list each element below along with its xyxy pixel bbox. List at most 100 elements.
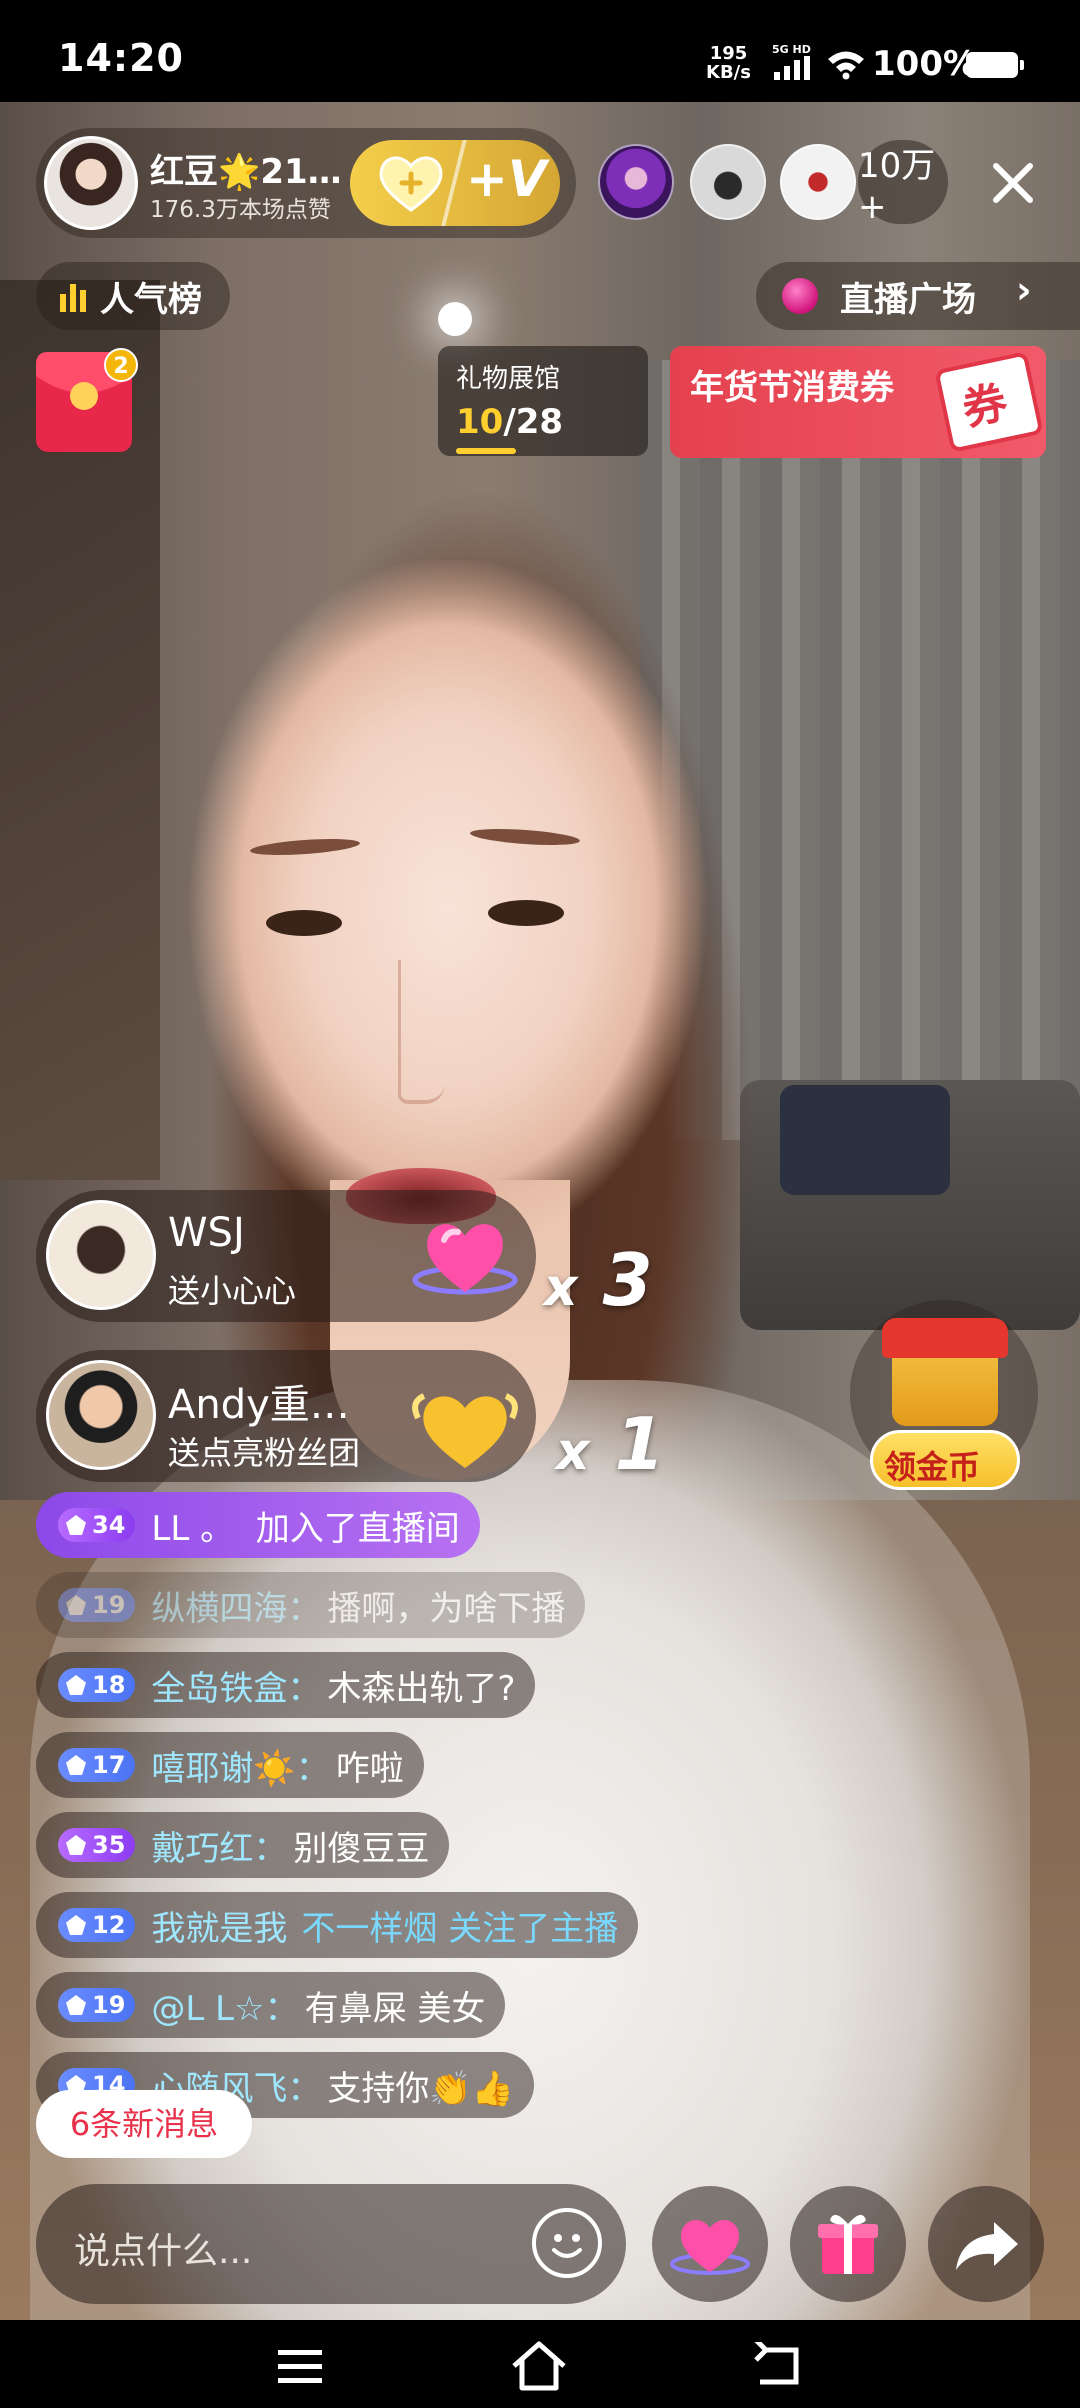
gift-hall-current: 10 <box>456 402 504 442</box>
gift-hall-progress: 10/28 <box>456 402 563 442</box>
chat-text: 有鼻屎 美女 <box>304 1988 486 2029</box>
coupon-label[interactable]: 年货节消费券 <box>690 360 894 409</box>
chat-text: 不一样烟 关注了主播 <box>301 1908 619 1949</box>
wifi-icon <box>828 51 864 80</box>
gift-count-prefix: x <box>544 1258 578 1318</box>
emoji-icon <box>552 2234 582 2258</box>
gem-icon <box>66 1675 86 1695</box>
user-level-badge: 12 <box>58 1908 136 1942</box>
user-level-badge: 18 <box>58 1668 136 1702</box>
chat-message[interactable]: 18 全岛铁盒： 木森出轨了? <box>36 1652 536 1718</box>
chat-text: 别傻豆豆 <box>293 1828 430 1869</box>
gift-action-text: 送小心心 <box>168 1272 297 1310</box>
user-level-badge: 35 <box>58 1828 136 1862</box>
back-icon[interactable] <box>752 2342 804 2390</box>
background-lamp <box>438 302 472 336</box>
user-level-value: 12 <box>92 1911 126 1939</box>
user-level-value: 35 <box>92 1831 126 1859</box>
menu-icon[interactable] <box>276 2344 324 2388</box>
chat-message[interactable]: 12 我就是我 不一样烟 关注了主播 <box>36 1892 639 1958</box>
host-name[interactable]: 红豆🌟21… <box>150 144 342 193</box>
close-icon <box>993 163 1033 203</box>
chat-message[interactable]: 35 戴巧红： 别傻豆豆 <box>36 1812 450 1878</box>
user-level-value: 18 <box>92 1671 126 1699</box>
comment-placeholder[interactable]: 说点什么... <box>74 2222 252 2274</box>
host-likes: 176.3万本场点赞 <box>150 197 331 223</box>
home-icon[interactable] <box>508 2340 570 2392</box>
gift-sender-name: WSJ <box>168 1210 245 1256</box>
gift-sender-avatar[interactable] <box>46 1200 156 1310</box>
user-level-badge: 17 <box>58 1748 136 1782</box>
live-plaza-label[interactable]: 直播广场 <box>840 272 976 321</box>
chat-text: 支持你👏👍 <box>327 2068 515 2109</box>
chat-message[interactable]: 19 @L L☆： 有鼻屎 美女 <box>36 1972 506 2038</box>
user-level-badge: 19 <box>58 1988 136 2022</box>
gift-count-value: 1 <box>614 1402 665 1486</box>
gift-count: x 3 <box>544 1238 653 1322</box>
gift-sender-name: Andy重… <box>168 1382 350 1428</box>
chat-user[interactable]: 戴巧红： <box>151 1821 287 1870</box>
viewer-avatar[interactable] <box>780 144 856 220</box>
golden-heart-gift-icon <box>412 1393 518 1468</box>
claim-coins-label[interactable]: 领金币 <box>884 1442 980 1488</box>
chat-user[interactable]: 纵横四海： <box>151 1581 321 1630</box>
user-level-value: 17 <box>92 1751 126 1779</box>
viewer-count[interactable]: 10万+ <box>858 140 948 227</box>
chat-user[interactable]: 嘻耶谢☀️： <box>151 1741 329 1790</box>
net-speed-unit: KB/s <box>706 62 751 83</box>
chat-message[interactable]: 19 纵横四海： 播啊，为啥下播 <box>36 1572 586 1638</box>
chat-user[interactable]: LL 。 <box>151 1501 234 1550</box>
close-button[interactable] <box>980 150 1046 216</box>
battery-percentage: 100% <box>872 44 978 84</box>
streamer-eye <box>488 900 564 926</box>
chevron-right-icon: › <box>1016 268 1032 312</box>
emoji-button[interactable] <box>532 2208 602 2278</box>
gem-icon <box>66 1515 86 1535</box>
bar-chart-icon <box>60 284 86 312</box>
user-level-badge: 34 <box>58 1508 136 1542</box>
chat-user[interactable]: @L L☆： <box>151 1981 298 2030</box>
heart-plus-icon <box>379 156 443 212</box>
user-level-value: 34 <box>92 1511 126 1539</box>
gem-icon <box>66 1995 86 2015</box>
gift-hall-progress-bar <box>456 448 516 454</box>
user-level-value: 19 <box>92 1591 126 1619</box>
net-speed-value: 195 <box>709 43 748 64</box>
status-time: 14:20 <box>58 36 184 80</box>
gift-action-text: 送点亮粉丝团 <box>168 1434 361 1472</box>
gem-icon <box>66 1755 86 1775</box>
user-level-badge: 19 <box>58 1588 136 1622</box>
streamer-nose <box>398 960 445 1104</box>
share-button[interactable] <box>928 2186 1044 2302</box>
signal-icon: 5G HD <box>772 43 811 80</box>
follow-v-label[interactable]: +V <box>466 150 547 208</box>
chat-user[interactable]: 全岛铁盒： <box>151 1661 321 1710</box>
gift-count-prefix: x <box>556 1422 590 1482</box>
small-heart-gift-icon <box>412 1224 518 1295</box>
treasure-chest-lid <box>882 1318 1008 1358</box>
gift-box-icon <box>818 2214 878 2274</box>
gift-hall-total: /28 <box>503 402 564 442</box>
host-avatar[interactable] <box>44 136 138 230</box>
popularity-rank-label[interactable]: 人气榜 <box>100 272 202 321</box>
gem-icon <box>66 1835 86 1855</box>
gift-sender-avatar[interactable] <box>46 1360 156 1470</box>
like-button[interactable] <box>652 2186 768 2302</box>
chat-user[interactable]: 我就是我 <box>151 1901 287 1950</box>
chat-join-message[interactable]: 34 LL 。 加入了直播间 <box>36 1492 480 1558</box>
gem-icon <box>66 1595 86 1615</box>
user-level-value: 19 <box>92 1991 126 2019</box>
battery-icon <box>966 52 1024 78</box>
share-arrow-icon <box>956 2222 1018 2270</box>
chat-message[interactable]: 17 嘻耶谢☀️： 咋啦 <box>36 1732 424 1798</box>
gift-button[interactable] <box>790 2186 906 2302</box>
chat-text: 加入了直播间 <box>255 1508 460 1549</box>
planet-icon <box>782 278 818 314</box>
gift-hall-label: 礼物展馆 <box>456 364 561 394</box>
network-type: 5G HD <box>772 43 811 56</box>
chat-text: 咋啦 <box>335 1748 404 1789</box>
viewer-avatar[interactable] <box>598 144 674 220</box>
viewer-avatar[interactable] <box>690 144 766 220</box>
heart-icon <box>670 2219 750 2275</box>
new-messages-button[interactable]: 6条新消息 <box>36 2090 252 2158</box>
